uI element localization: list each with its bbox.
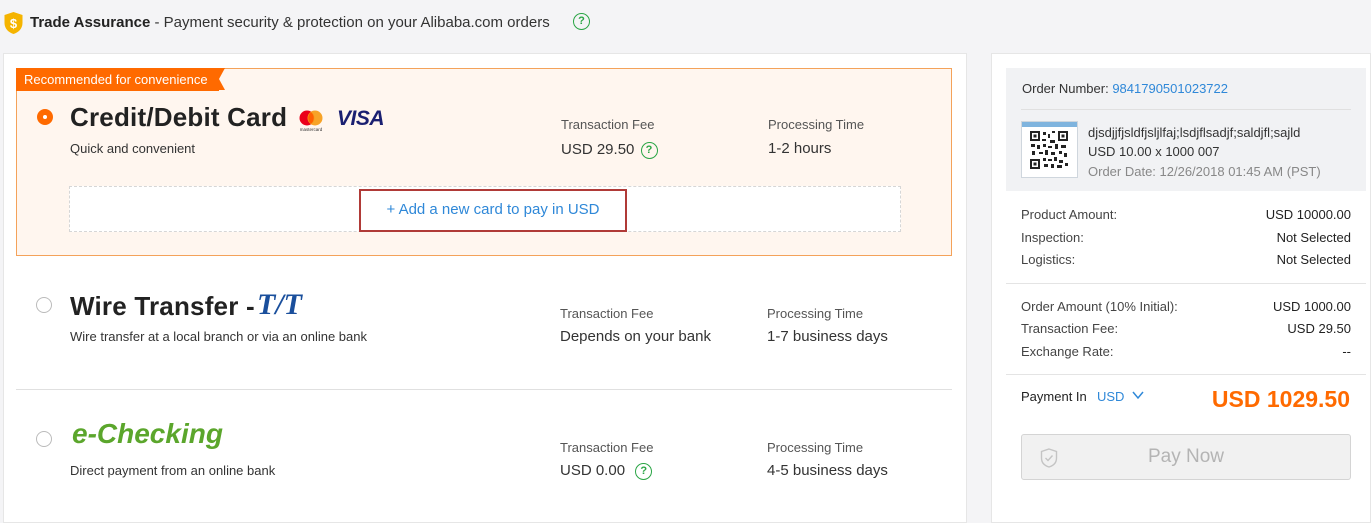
mastercard-logo: mastercard (299, 110, 323, 132)
credit-card-title: Credit/Debit Card (70, 102, 288, 132)
product-name: djsdjjfjsldfjsljlfaj;lsdjflsadjf;saldjfl… (1088, 125, 1301, 140)
credit-card-radio[interactable] (37, 109, 53, 125)
inspection-value: Not Selected (1276, 230, 1351, 245)
payment-method-echecking[interactable]: e-Checking Direct payment from an online… (16, 391, 952, 521)
wire-transfer-subtitle: Wire transfer at a local branch or via a… (70, 329, 367, 344)
inspection-label: Inspection: (1021, 230, 1084, 245)
echecking-fee-label: Transaction Fee (560, 440, 654, 455)
credit-card-time-value: 1-2 hours (768, 140, 832, 157)
trade-assurance-header: $ Trade Assurance - Payment security & p… (0, 0, 1371, 44)
order-amount-value: USD 1000.00 (1272, 299, 1351, 314)
credit-card-subtitle: Quick and convenient (70, 141, 196, 156)
total-amount: USD 1029.50 (1211, 386, 1350, 412)
logistics-value: Not Selected (1276, 252, 1351, 267)
exchange-rate-label: Exchange Rate: (1021, 344, 1114, 359)
help-icon[interactable]: ? (573, 13, 590, 30)
order-number-label: Order Number: (1022, 81, 1113, 96)
order-number-link[interactable]: 9841790501023722 (1112, 81, 1228, 96)
order-info-box: Order Number: 9841790501023722 djsdjjfjs… (1006, 68, 1366, 191)
pay-now-label: Pay Now (1147, 446, 1225, 467)
svg-text:$: $ (10, 16, 18, 31)
chevron-down-icon[interactable] (1131, 389, 1145, 401)
divider (1006, 374, 1366, 375)
wire-transfer-time-value: 1-7 business days (767, 328, 888, 345)
echecking-title: e-Checking (72, 418, 223, 449)
trade-assurance-brand: Trade Assurance (30, 14, 151, 31)
echecking-fee-amount: USD 0.00 (560, 462, 626, 479)
wire-transfer-fee-value: Depends on your bank (560, 328, 711, 345)
visa-logo: VISA (337, 107, 385, 130)
credit-card-time-label: Processing Time (768, 117, 865, 132)
credit-card-fee-label: Transaction Fee (561, 117, 655, 132)
credit-card-fee-value: USD 29.50 ? (561, 141, 658, 159)
product-price-qty: USD 10.00 x 1000 007 (1088, 144, 1220, 159)
help-icon[interactable]: ? (635, 462, 653, 480)
mastercard-wordmark: mastercard (300, 127, 323, 132)
transaction-fee-label: Transaction Fee: (1021, 321, 1119, 336)
add-new-card-button[interactable]: + Add a new card to pay in USD (359, 189, 627, 232)
order-number: Order Number: 9841790501023722 (1022, 81, 1228, 96)
add-card-zone: + Add a new card to pay in USD (69, 186, 901, 232)
trade-assurance-text: Trade Assurance - Payment security & pro… (30, 14, 550, 31)
transaction-fee-value: USD 29.50 (1287, 321, 1351, 336)
pay-now-button[interactable]: Pay Now (1021, 434, 1351, 480)
product-amount-value: USD 10000.00 (1265, 207, 1351, 222)
trade-assurance-shield-icon: $ (4, 12, 23, 34)
divider (1006, 283, 1366, 284)
qr-code-icon (1030, 131, 1068, 169)
order-date: Order Date: 12/26/2018 01:45 AM (PST) (1088, 164, 1321, 179)
credit-card-fee-amount: USD 29.50 (561, 141, 635, 158)
wire-transfer-fee-label: Transaction Fee (560, 306, 654, 321)
echecking-time-label: Processing Time (767, 440, 864, 455)
divider (1021, 109, 1351, 110)
echecking-fee-value: USD 0.00 ? (560, 462, 653, 480)
wire-transfer-time-label: Processing Time (767, 306, 864, 321)
trade-assurance-tagline: - Payment security & protection on your … (150, 14, 550, 31)
tt-logo: T/T (257, 288, 302, 321)
order-amount-label: Order Amount (10% Initial): (1021, 299, 1178, 314)
wire-transfer-radio[interactable] (36, 297, 52, 313)
exchange-rate-value: -- (1342, 344, 1351, 359)
echecking-time-value: 4-5 business days (767, 462, 888, 479)
product-thumbnail (1021, 121, 1078, 178)
currency-select[interactable]: USD (1097, 389, 1124, 404)
payment-in-label: Payment In (1021, 389, 1087, 404)
recommended-badge: Recommended for convenience (16, 68, 225, 91)
logistics-label: Logistics: (1021, 252, 1076, 267)
product-amount-label: Product Amount: (1021, 207, 1118, 222)
help-icon[interactable]: ? (640, 141, 658, 159)
echecking-subtitle: Direct payment from an online bank (70, 463, 276, 478)
payment-method-credit-card[interactable]: Recommended for convenience Credit/Debit… (16, 68, 952, 256)
thumbnail-header-bar (1022, 122, 1077, 127)
payment-method-wire-transfer[interactable]: Wire Transfer - T/T Wire transfer at a l… (16, 257, 952, 390)
echecking-radio[interactable] (36, 431, 52, 447)
wire-transfer-title: Wire Transfer - (70, 291, 255, 321)
